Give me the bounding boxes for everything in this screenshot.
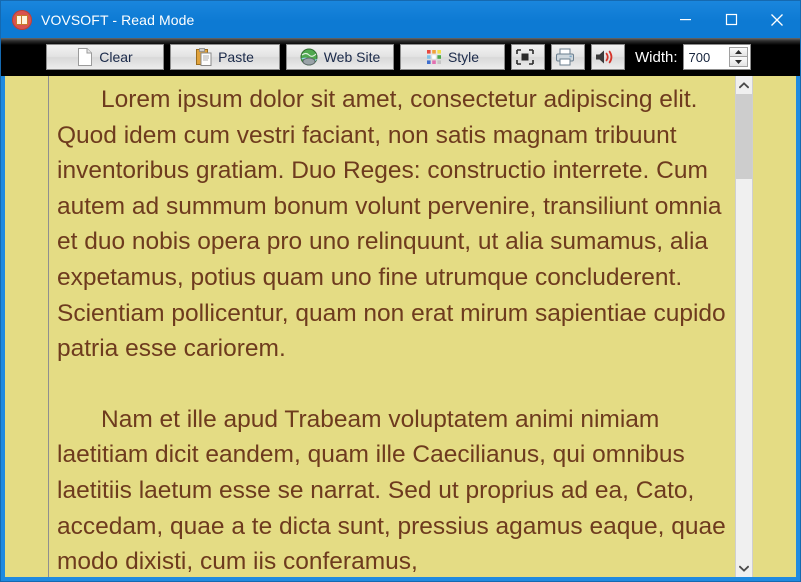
paragraph: Lorem ipsum dolor sit amet, consectetur … bbox=[57, 86, 726, 363]
application-window: VOVSOFT - Read Mode Clear Paste Web Site… bbox=[0, 0, 801, 582]
window-title: VOVSOFT - Read Mode bbox=[41, 11, 195, 28]
fullscreen-button[interactable] bbox=[511, 44, 545, 70]
paste-button[interactable]: Paste bbox=[170, 44, 280, 70]
spinner-down-icon bbox=[734, 59, 742, 64]
sound-button[interactable] bbox=[591, 44, 625, 70]
chevron-up-icon bbox=[739, 81, 749, 88]
maximize-button[interactable] bbox=[708, 1, 754, 38]
printer-icon bbox=[556, 48, 574, 66]
document-area[interactable]: Lorem ipsum dolor sit amet, consectetur … bbox=[5, 76, 796, 577]
style-button[interactable]: Style bbox=[400, 44, 505, 70]
scroll-up-button[interactable] bbox=[736, 76, 752, 94]
scroll-thumb[interactable] bbox=[736, 94, 752, 179]
spinner-up-icon bbox=[734, 50, 742, 54]
print-button[interactable] bbox=[551, 44, 585, 70]
minimize-icon bbox=[679, 19, 691, 21]
maximize-icon bbox=[725, 13, 737, 26]
book-icon bbox=[12, 9, 32, 30]
close-icon bbox=[771, 13, 783, 26]
vertical-scrollbar[interactable] bbox=[735, 76, 753, 577]
clear-button[interactable]: Clear bbox=[46, 44, 164, 70]
paragraph: Nam et ille apud Trabeam voluptatem anim… bbox=[57, 405, 726, 576]
fullscreen-icon bbox=[516, 49, 534, 65]
clipboard-icon bbox=[196, 48, 212, 66]
scroll-down-button[interactable] bbox=[736, 559, 752, 577]
width-label: Width: bbox=[635, 48, 678, 66]
color-palette-grid-icon bbox=[426, 50, 441, 64]
width-input[interactable] bbox=[683, 45, 729, 69]
close-button[interactable] bbox=[754, 1, 800, 38]
paste-label: Paste bbox=[218, 49, 254, 65]
globe-icon bbox=[300, 48, 318, 66]
chevron-down-icon bbox=[739, 565, 749, 572]
width-decrement-button[interactable] bbox=[728, 57, 748, 67]
website-label: Web Site bbox=[323, 49, 381, 65]
document-text[interactable]: Lorem ipsum dolor sit amet, consectetur … bbox=[49, 76, 732, 577]
speaker-icon bbox=[596, 50, 613, 64]
title-bar[interactable]: VOVSOFT - Read Mode bbox=[1, 1, 800, 38]
style-label: Style bbox=[447, 49, 480, 65]
width-increment-button[interactable] bbox=[728, 47, 748, 57]
document-icon bbox=[78, 48, 93, 66]
minimize-button[interactable] bbox=[662, 1, 708, 38]
width-stepper-arrows[interactable] bbox=[728, 47, 748, 67]
toolbar: Clear Paste Web Site Style Width: 700 bbox=[1, 38, 800, 76]
clear-label: Clear bbox=[99, 49, 133, 65]
width-stepper[interactable] bbox=[682, 44, 751, 70]
website-button[interactable]: Web Site bbox=[286, 44, 394, 70]
